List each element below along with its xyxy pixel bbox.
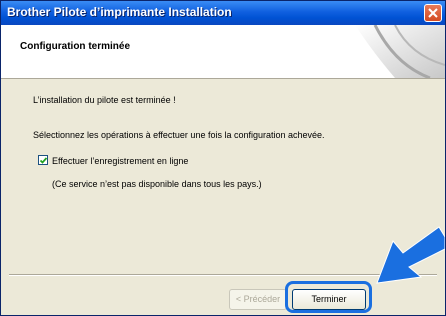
installer-window: Brother Pilote d’imprimante Installation…	[0, 0, 446, 316]
register-online-label[interactable]: Effectuer l’enregistrement en ligne	[52, 156, 188, 166]
previous-button[interactable]: < Précéder	[229, 289, 287, 310]
page-title: Configuration terminée	[20, 41, 131, 52]
window-title: Brother Pilote d’imprimante Installation	[7, 5, 232, 19]
header-decoration-graphic	[355, 25, 445, 78]
title-bar[interactable]: Brother Pilote d’imprimante Installation	[1, 1, 445, 25]
register-online-checkbox[interactable]	[38, 155, 48, 165]
finish-button-highlight	[285, 281, 372, 313]
close-icon	[428, 8, 438, 18]
instruction-text: Sélectionnez les opérations à effectuer …	[33, 130, 325, 140]
separator	[9, 274, 437, 276]
wizard-header: Configuration terminée	[1, 25, 445, 79]
status-message: L’installation du pilote est terminée !	[33, 95, 176, 105]
availability-note: (Ce service n’est pas disponible dans to…	[52, 179, 262, 189]
checkmark-icon	[39, 157, 48, 164]
close-button[interactable]	[424, 4, 442, 22]
